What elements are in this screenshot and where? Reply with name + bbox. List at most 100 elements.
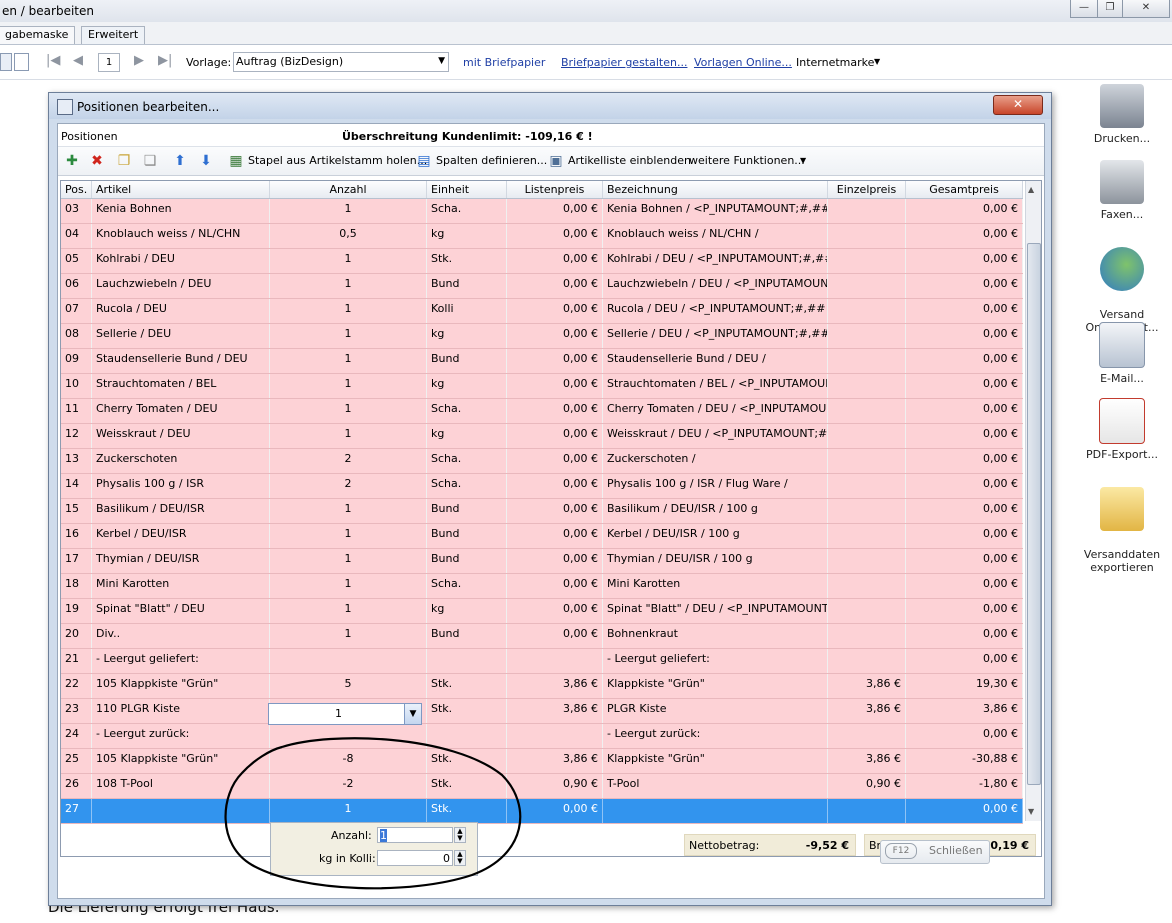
add-row-icon[interactable]: ✚ <box>64 153 80 169</box>
dialog-close-button[interactable]: ✕ <box>993 95 1043 115</box>
briefpapier-gestalten-link[interactable]: Briefpapier gestalten... <box>561 56 687 69</box>
table-row[interactable]: 24- Leergut zurück: - Leergut zurück: 0,00… <box>61 724 1023 749</box>
cell-pos[interactable]: 17 <box>61 549 92 573</box>
cell-bezeichnung[interactable]: Kohlrabi / DEU / <P_INPUTAMOUNT;#,## <box>603 249 828 273</box>
cell-anzahl[interactable]: 1 <box>270 624 427 648</box>
cell-pos[interactable]: 26 <box>61 774 92 798</box>
new-page-icon[interactable] <box>14 53 29 71</box>
cell-einheit[interactable]: Stk. <box>427 249 507 273</box>
cell-listenpreis[interactable]: 0,00 € <box>507 249 603 273</box>
cell-bezeichnung[interactable]: Mini Karotten <box>603 574 828 598</box>
cell-listenpreis[interactable]: 0,00 € <box>507 274 603 298</box>
vorlagen-online-link[interactable]: Vorlagen Online... <box>694 56 792 69</box>
cell-listenpreis[interactable]: 0,00 € <box>507 499 603 523</box>
cell-pos[interactable]: 23 <box>61 699 92 723</box>
cell-einheit[interactable]: Stk. <box>427 674 507 698</box>
cell-gesamtpreis[interactable]: 0,00 € <box>906 549 1023 573</box>
table-row[interactable]: 05 Kohlrabi / DEU 1 Stk. 0,00 € Kohlrabi / DE… <box>61 249 1023 274</box>
cell-listenpreis[interactable]: 0,00 € <box>507 224 603 248</box>
stapel-button[interactable]: Stapel aus Artikelstamm holen... <box>248 154 427 167</box>
cell-einheit[interactable]: Bund <box>427 499 507 523</box>
cell-gesamtpreis[interactable]: 0,00 € <box>906 224 1023 248</box>
cell-pos[interactable]: 13 <box>61 449 92 473</box>
cell-gesamtpreis[interactable]: 0,00 € <box>906 374 1023 398</box>
cell-einzelpreis[interactable] <box>828 374 906 398</box>
minimize-button[interactable]: — <box>1070 0 1098 18</box>
cell-anzahl[interactable]: 1 <box>270 274 427 298</box>
cell-bezeichnung[interactable]: Klappkiste "Grün" <box>603 674 828 698</box>
cell-pos[interactable]: 08 <box>61 324 92 348</box>
cell-gesamtpreis[interactable]: 0,00 € <box>906 324 1023 348</box>
cell-artikel[interactable]: Lauchzwiebeln / DEU <box>92 274 270 298</box>
cell-pos[interactable]: 14 <box>61 474 92 498</box>
cell-gesamtpreis[interactable]: 0,00 € <box>906 424 1023 448</box>
paste-icon[interactable]: ❏ <box>142 153 158 169</box>
scroll-thumb[interactable] <box>1027 243 1041 785</box>
sidebar-email[interactable]: E-Mail... <box>1082 322 1162 385</box>
cell-anzahl[interactable] <box>270 649 427 673</box>
cell-einheit[interactable]: Scha. <box>427 399 507 423</box>
cell-pos[interactable]: 16 <box>61 524 92 548</box>
cell-einzelpreis[interactable] <box>828 599 906 623</box>
cell-einheit[interactable]: Scha. <box>427 199 507 223</box>
cell-anzahl[interactable]: 1 <box>270 199 427 223</box>
table-row[interactable]: 18 Mini Karotten 1 Scha. 0,00 € Mini Karotten… <box>61 574 1023 599</box>
cell-gesamtpreis[interactable]: 0,00 € <box>906 624 1023 648</box>
table-row[interactable]: 21- Leergut geliefert: - Leergut geliefer… <box>61 649 1023 674</box>
columns-icon[interactable]: ▤ <box>416 153 432 169</box>
cell-einheit[interactable]: Scha. <box>427 474 507 498</box>
copy-icon[interactable]: ❐ <box>116 153 132 169</box>
cell-einheit[interactable]: Bund <box>427 624 507 648</box>
cell-artikel[interactable]: Staudensellerie Bund / DEU <box>92 349 270 373</box>
move-up-icon[interactable]: ⬆ <box>172 153 188 169</box>
cell-einzelpreis[interactable] <box>828 499 906 523</box>
cell-einzelpreis[interactable] <box>828 424 906 448</box>
cell-bezeichnung[interactable]: Weisskraut / DEU / <P_INPUTAMOUNT;#,## <box>603 424 828 448</box>
tab-eingabemaske[interactable]: gabemaske <box>0 26 76 44</box>
move-down-icon[interactable]: ⬇ <box>198 153 214 169</box>
cell-gesamtpreis[interactable]: 0,00 € <box>906 724 1023 748</box>
cell-listenpreis[interactable]: 0,00 € <box>507 624 603 648</box>
cell-gesamtpreis[interactable]: 0,00 € <box>906 649 1023 673</box>
cell-anzahl[interactable]: 1 <box>270 549 427 573</box>
cell-bezeichnung[interactable]: Kerbel / DEU/ISR / 100 g <box>603 524 828 548</box>
cell-gesamtpreis[interactable]: 0,00 € <box>906 574 1023 598</box>
cell-einzelpreis[interactable] <box>828 274 906 298</box>
col-gesamtpreis[interactable]: Gesamtpreis <box>906 181 1023 198</box>
cell-einzelpreis[interactable] <box>828 349 906 373</box>
table-row[interactable]: 10 Strauchtomaten / BEL 1 kg 0,00 € Strauchto… <box>61 374 1023 399</box>
table-row[interactable]: 19 Spinat "Blatt" / DEU 1 kg 0,00 € Spinat "B… <box>61 599 1023 624</box>
cell-artikel[interactable]: Kenia Bohnen <box>92 199 270 223</box>
delete-row-icon[interactable]: ✖ <box>89 153 105 169</box>
cell-einzelpreis[interactable] <box>828 399 906 423</box>
last-page-icon[interactable]: ▶| <box>158 53 172 68</box>
cell-gesamtpreis[interactable]: 0,00 € <box>906 599 1023 623</box>
cell-bezeichnung[interactable]: Strauchtomaten / BEL / <P_INPUTAMOUNT; <box>603 374 828 398</box>
cell-bezeichnung[interactable]: Staudensellerie Bund / DEU / <box>603 349 828 373</box>
cell-gesamtpreis[interactable]: 0,00 € <box>906 799 1023 823</box>
cell-einheit[interactable]: kg <box>427 599 507 623</box>
cell-pos[interactable]: 19 <box>61 599 92 623</box>
table-row[interactable]: 08 Sellerie / DEU 1 kg 0,00 € Sellerie / DEU … <box>61 324 1023 349</box>
col-einzelpreis[interactable]: Einzelpreis <box>828 181 906 198</box>
cell-pos[interactable]: 20 <box>61 624 92 648</box>
cell-bezeichnung[interactable]: Physalis 100 g / ISR / Flug Ware / <box>603 474 828 498</box>
spalten-button[interactable]: Spalten definieren... <box>436 154 547 167</box>
cell-pos[interactable]: 27 <box>61 799 92 823</box>
cell-anzahl[interactable]: 1 <box>270 424 427 448</box>
cell-pos[interactable]: 12 <box>61 424 92 448</box>
cell-anzahl[interactable]: 1 <box>270 349 427 373</box>
cell-einheit[interactable] <box>427 649 507 673</box>
sidebar-versanddaten[interactable]: Versanddaten exportieren <box>1082 474 1162 587</box>
sidebar-drucken[interactable]: Drucken... <box>1082 84 1162 145</box>
cell-bezeichnung[interactable]: Thymian / DEU/ISR / 100 g <box>603 549 828 573</box>
next-page-icon[interactable]: ▶ <box>134 53 144 68</box>
cell-einzelpreis[interactable]: 0,90 € <box>828 774 906 798</box>
cell-gesamtpreis[interactable]: -30,88 € <box>906 749 1023 773</box>
cell-artikel[interactable]: Kerbel / DEU/ISR <box>92 524 270 548</box>
col-einheit[interactable]: Einheit <box>427 181 507 198</box>
cell-pos[interactable]: 24 <box>61 724 92 748</box>
sidebar-faxen[interactable]: Faxen... <box>1082 160 1162 221</box>
cell-bezeichnung[interactable]: Basilikum / DEU/ISR / 100 g <box>603 499 828 523</box>
cell-pos[interactable]: 21 <box>61 649 92 673</box>
